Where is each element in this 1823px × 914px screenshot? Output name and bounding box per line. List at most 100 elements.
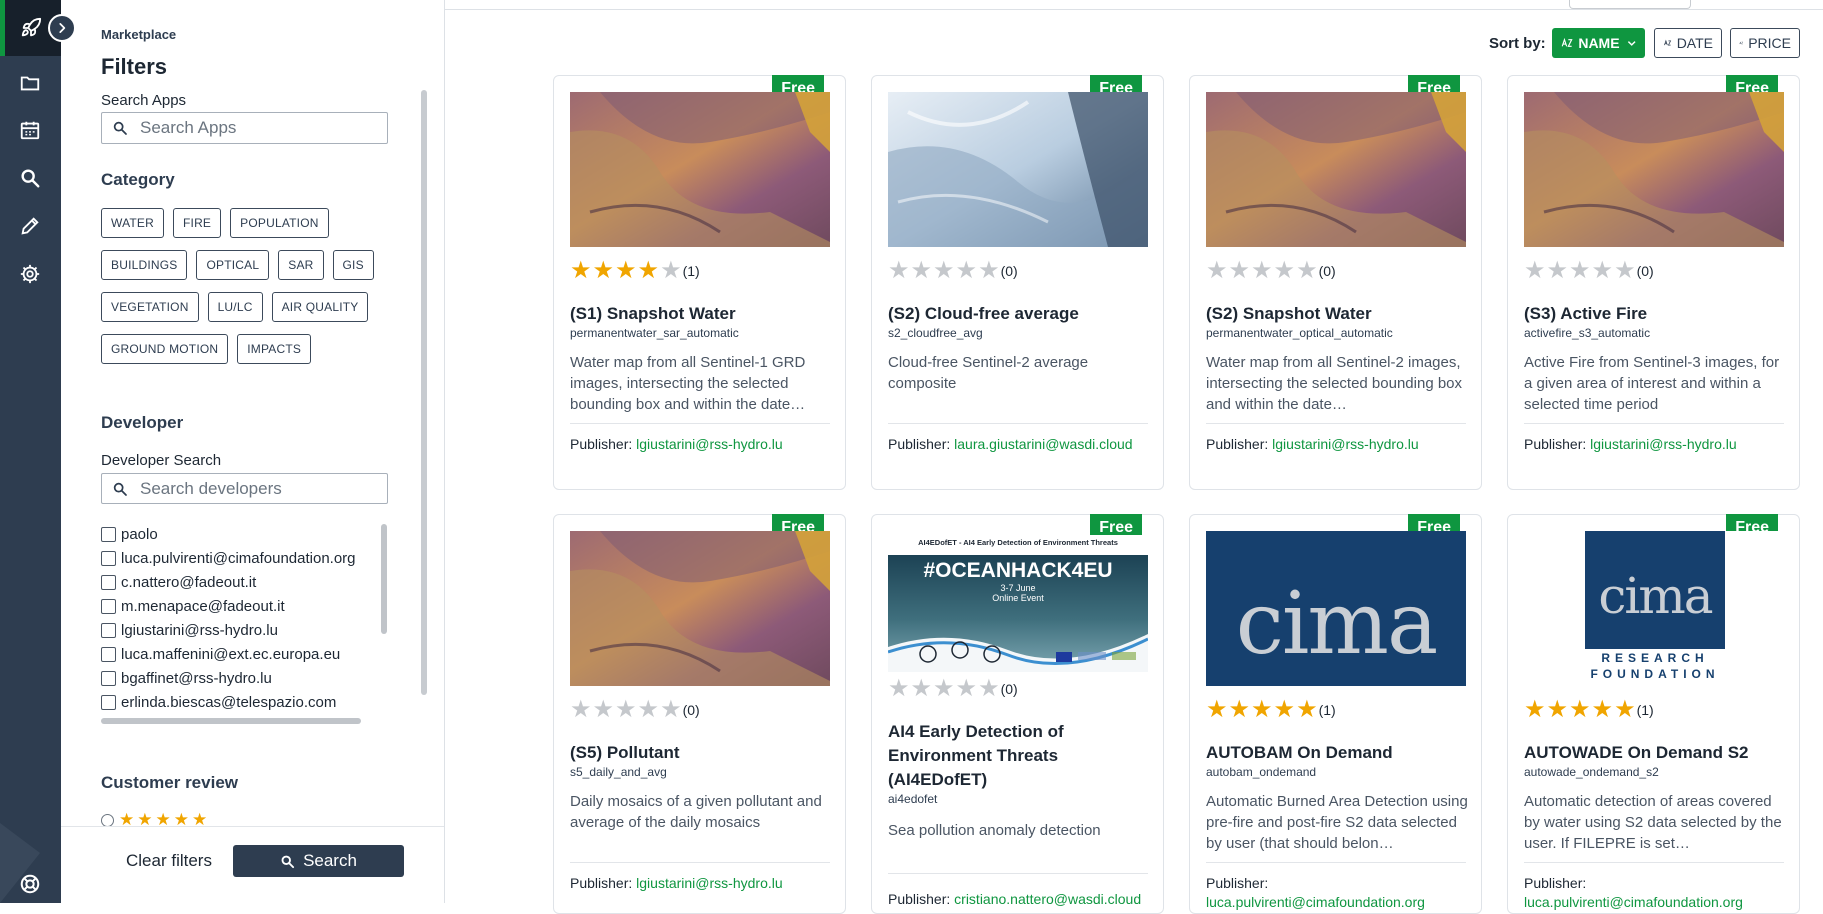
app-thumbnail: cima bbox=[1206, 531, 1466, 686]
app-card[interactable]: Free ★★★★★ (0) (S2) Snapshot Water perma… bbox=[1189, 75, 1482, 490]
developer-item[interactable]: m.menapace@fadeout.it bbox=[101, 594, 391, 618]
sort-price-button[interactable]: PRICE bbox=[1730, 28, 1800, 58]
publisher-link[interactable]: luca.pulvirenti@cimafoundation.org bbox=[1206, 894, 1425, 910]
chip-vegetation[interactable]: VEGETATION bbox=[101, 292, 199, 322]
sidebar-footer: Clear filters Search bbox=[61, 826, 444, 903]
review-radio[interactable] bbox=[101, 813, 114, 827]
star-icon: ★ bbox=[615, 696, 637, 723]
clear-filters-button[interactable]: Clear filters bbox=[126, 851, 212, 871]
sort-label: Sort by: bbox=[1489, 35, 1546, 52]
publisher-link[interactable]: lgiustarini@rss-hydro.lu bbox=[636, 436, 782, 452]
app-card[interactable]: Free ★★★★★ (0) (S5) Pollutant s5_daily_a… bbox=[553, 514, 846, 914]
top-control[interactable] bbox=[1569, 0, 1691, 9]
app-title[interactable]: (S1) Snapshot Water bbox=[570, 302, 832, 326]
app-description: Automatic detection of areas covered by … bbox=[1524, 793, 1782, 852]
collapse-toggle[interactable] bbox=[48, 14, 76, 42]
search-apps-field[interactable] bbox=[101, 112, 388, 144]
folder-icon[interactable] bbox=[17, 70, 43, 96]
pencil-icon[interactable] bbox=[17, 213, 43, 239]
app-card[interactable]: Free ★★★★★ (0) (S3) Active Fire activefi… bbox=[1507, 75, 1800, 490]
calendar-icon[interactable] bbox=[17, 117, 43, 143]
developer-checkbox[interactable] bbox=[101, 574, 116, 590]
developer-title: Developer bbox=[101, 413, 184, 432]
app-code: permanentwater_sar_automatic bbox=[570, 326, 739, 340]
cima-logo: cima bbox=[1235, 574, 1439, 674]
sidebar-scrollbar[interactable] bbox=[421, 90, 427, 695]
app-title[interactable]: (S2) Cloud-free average bbox=[888, 302, 1150, 326]
app-title[interactable]: AI4 Early Detection of Environment Threa… bbox=[888, 720, 1150, 792]
publisher-link[interactable]: luca.pulvirenti@cimafoundation.org bbox=[1524, 894, 1743, 910]
developer-search-input[interactable] bbox=[140, 478, 370, 499]
star-rating: ★★★★★ (0) bbox=[1524, 259, 1654, 283]
support-icon[interactable] bbox=[17, 871, 43, 897]
developer-item[interactable]: c.nattero@fadeout.it bbox=[101, 570, 391, 594]
developer-item[interactable]: erlinda.biescas@telespazio.com bbox=[101, 690, 391, 714]
publisher-link[interactable]: cristiano.nattero@wasdi.cloud bbox=[954, 891, 1141, 907]
developer-checkbox[interactable] bbox=[101, 622, 116, 638]
rating-stars: ★★★★★ bbox=[1206, 698, 1319, 722]
chip-fire[interactable]: FIRE bbox=[173, 208, 222, 238]
publisher-link[interactable]: laura.giustarini@wasdi.cloud bbox=[954, 436, 1132, 452]
app-description: Water map from all Sentinel-1 GRD images… bbox=[570, 354, 806, 413]
developer-list-scrollbar[interactable] bbox=[381, 524, 387, 634]
app-title[interactable]: AUTOWADE On Demand S2 bbox=[1524, 741, 1786, 765]
star-rating: ★★★★★ (0) bbox=[888, 259, 1018, 283]
developer-item[interactable]: paolo bbox=[101, 522, 391, 546]
app-title[interactable]: AUTOBAM On Demand bbox=[1206, 741, 1468, 765]
rating-stars: ★★★★★ bbox=[570, 259, 683, 283]
publisher-link[interactable]: lgiustarini@rss-hydro.lu bbox=[636, 875, 782, 891]
chip-air-quality[interactable]: AIR QUALITY bbox=[271, 292, 369, 322]
rating-count: (0) bbox=[1318, 263, 1336, 279]
app-card[interactable]: Free cima RESEARCH FOUNDATION ★★★★★ (1) … bbox=[1507, 514, 1800, 914]
banner-title: AI4EDofET - AI4 Early Detection of Envir… bbox=[918, 538, 1118, 547]
developer-item[interactable]: lgiustarini@rss-hydro.lu bbox=[101, 618, 391, 642]
rating-count: (1) bbox=[1318, 702, 1336, 718]
star-icon: ★ bbox=[637, 257, 660, 284]
developer-checkbox[interactable] bbox=[101, 694, 116, 710]
sort-date-button[interactable]: DATE bbox=[1654, 28, 1722, 58]
developer-checkbox[interactable] bbox=[101, 550, 116, 566]
app-code: autobam_ondemand bbox=[1206, 765, 1317, 779]
gear-icon[interactable] bbox=[17, 261, 43, 287]
developer-checkbox[interactable] bbox=[101, 646, 116, 662]
rating-stars: ★★★★★ bbox=[1524, 259, 1637, 283]
chip-population[interactable]: POPULATION bbox=[230, 208, 329, 238]
star-icon: ★ bbox=[955, 675, 978, 702]
search-icon bbox=[113, 482, 127, 496]
developer-item[interactable]: luca.pulvirenti@cimafoundation.org bbox=[101, 546, 391, 570]
app-title[interactable]: (S5) Pollutant bbox=[570, 741, 832, 765]
star-icon: ★ bbox=[637, 696, 660, 723]
developer-list-hscrollbar[interactable] bbox=[101, 718, 361, 724]
sort-name-button[interactable]: NAME bbox=[1552, 28, 1645, 58]
app-card[interactable]: Free cima ★★★★★ (1) AUTOBAM On Demand au… bbox=[1189, 514, 1482, 914]
rocket-icon[interactable] bbox=[18, 15, 44, 41]
app-card[interactable]: Free ★★★★★ (0) (S2) Cloud-free average s… bbox=[871, 75, 1164, 490]
developer-item[interactable]: luca.maffenini@ext.ec.europa.eu bbox=[101, 642, 391, 666]
developer-checkbox[interactable] bbox=[101, 526, 116, 542]
app-description: Active Fire from Sentinel-3 images, for … bbox=[1524, 354, 1780, 413]
developer-item[interactable]: bgaffinet@rss-hydro.lu bbox=[101, 666, 391, 690]
chip-buildings[interactable]: BUILDINGS bbox=[101, 250, 188, 280]
chip-lulc[interactable]: LU/LC bbox=[207, 292, 263, 322]
chip-optical[interactable]: OPTICAL bbox=[196, 250, 270, 280]
developer-checkbox[interactable] bbox=[101, 670, 116, 686]
search-apps-input[interactable] bbox=[140, 118, 370, 138]
app-code: s2_cloudfree_avg bbox=[888, 326, 983, 340]
app-card[interactable]: Free ★★★★★ (1) (S1) Snapshot Water perma… bbox=[553, 75, 846, 490]
search-icon[interactable] bbox=[17, 165, 43, 191]
chip-ground-motion[interactable]: GROUND MOTION bbox=[101, 334, 229, 364]
star-icon: ★ bbox=[660, 696, 682, 723]
publisher-link[interactable]: lgiustarini@rss-hydro.lu bbox=[1272, 436, 1418, 452]
app-title[interactable]: (S2) Snapshot Water bbox=[1206, 302, 1468, 326]
publisher-link[interactable]: lgiustarini@rss-hydro.lu bbox=[1590, 436, 1736, 452]
app-code: activefire_s3_automatic bbox=[1524, 326, 1651, 340]
app-card[interactable]: Free AI4EDofET - AI4 Early Detection of … bbox=[871, 514, 1164, 914]
search-button[interactable]: Search bbox=[233, 845, 404, 877]
chip-water[interactable]: WATER bbox=[101, 208, 164, 238]
developer-search-field[interactable] bbox=[101, 473, 388, 504]
developer-checkbox[interactable] bbox=[101, 598, 116, 614]
chip-sar[interactable]: SAR bbox=[278, 250, 324, 280]
chip-gis[interactable]: GIS bbox=[332, 250, 374, 280]
chip-impacts[interactable]: IMPACTS bbox=[237, 334, 312, 364]
app-title[interactable]: (S3) Active Fire bbox=[1524, 302, 1786, 326]
